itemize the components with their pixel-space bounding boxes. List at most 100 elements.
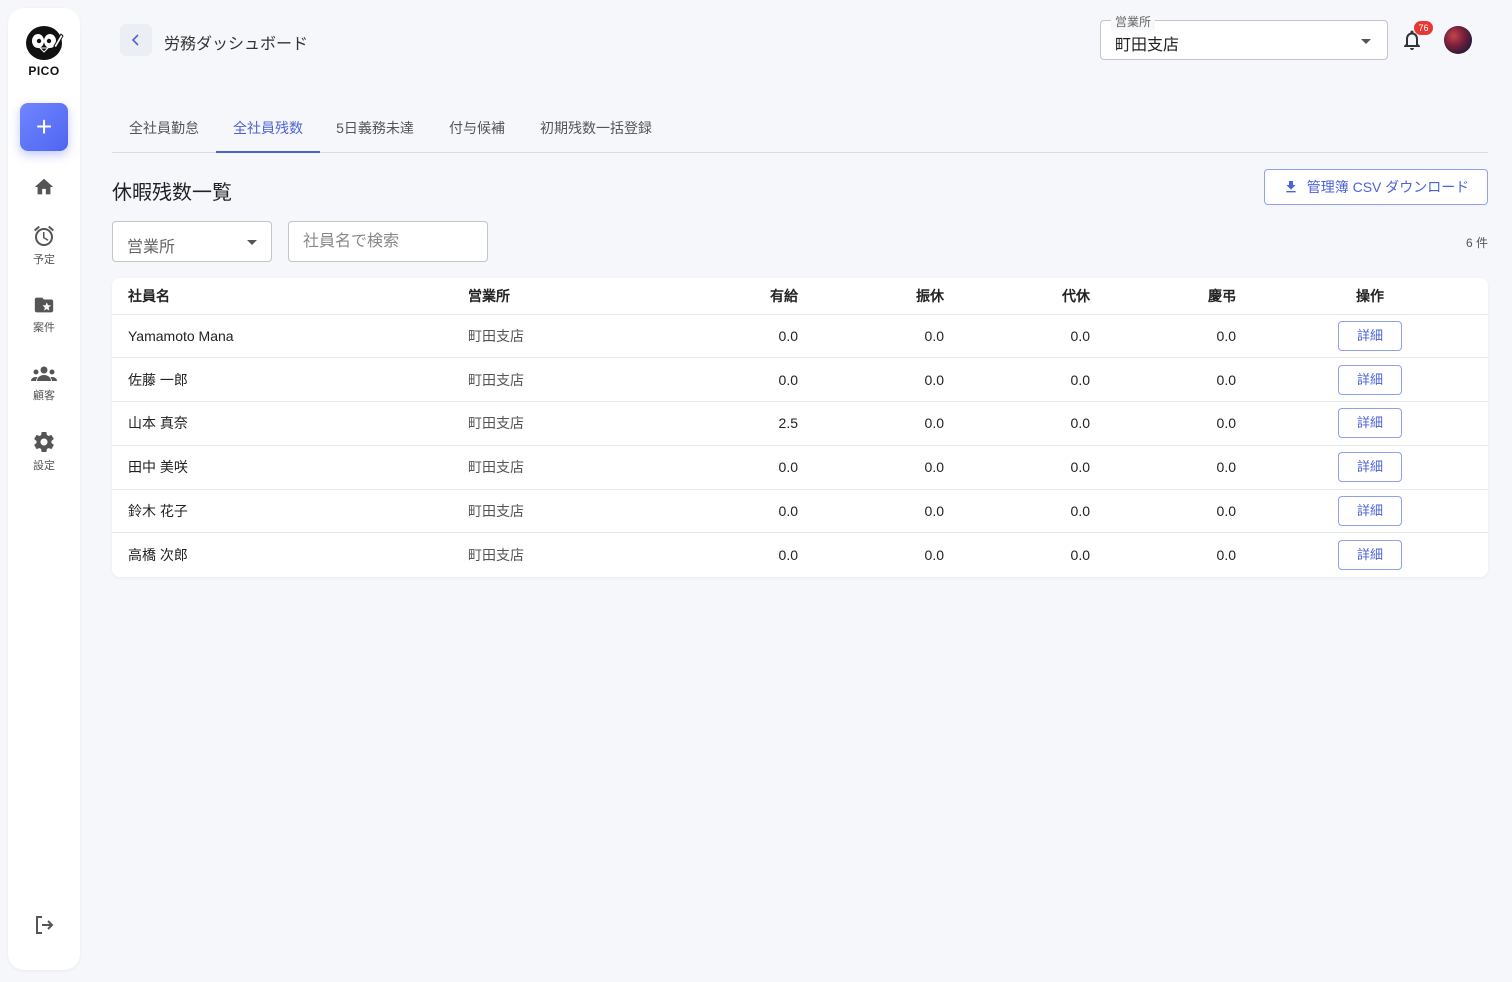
detail-button[interactable]: 詳細 xyxy=(1338,452,1402,483)
column-header-actions: 操作 xyxy=(1252,278,1488,315)
gear-icon xyxy=(34,432,54,453)
paid-leave-value: 0.0 xyxy=(668,314,814,359)
employee-name: 鈴木 花子 xyxy=(112,489,452,534)
tab-bar: 全社員勤怠 全社員残数 5日義務未達 付与候補 初期残数一括登録 xyxy=(112,104,1488,153)
paid-leave-value: 0.0 xyxy=(668,445,814,490)
bereavement-leave-value: 0.0 xyxy=(1106,357,1252,403)
substitute-leave-value: 0.0 xyxy=(814,445,960,490)
sidebar-item-label: 案件 xyxy=(33,322,55,334)
office-filter-select[interactable]: 営業所 xyxy=(112,221,272,262)
detail-button[interactable]: 詳細 xyxy=(1338,320,1402,351)
sidebar-item-cases[interactable]: 案件 xyxy=(8,294,80,335)
employee-name: 山本 真奈 xyxy=(112,401,452,446)
table-row: 高橋 次郎 町田支店 0.0 0.0 0.0 0.0 詳細 xyxy=(112,533,1488,577)
actions-cell: 詳細 xyxy=(1252,489,1488,534)
app-logo[interactable]: PICO xyxy=(22,24,66,78)
compensatory-leave-value: 0.0 xyxy=(960,314,1106,359)
employee-name: 佐藤 一郎 xyxy=(112,357,452,403)
table-row: 田中 美咲 町田支店 0.0 0.0 0.0 0.0 詳細 xyxy=(112,445,1488,490)
table-row: 鈴木 花子 町田支店 0.0 0.0 0.0 0.0 詳細 xyxy=(112,489,1488,534)
detail-button[interactable]: 詳細 xyxy=(1338,496,1402,527)
employee-office: 町田支店 xyxy=(468,547,524,564)
caret-down-icon xyxy=(247,240,257,245)
bereavement-leave-value: 0.0 xyxy=(1106,489,1252,534)
substitute-leave-value: 0.0 xyxy=(814,401,960,446)
table-row: 佐藤 一郎 町田支店 0.0 0.0 0.0 0.0 詳細 xyxy=(112,357,1488,403)
employee-name: 高橋 次郎 xyxy=(128,547,188,564)
alarm-clock-icon xyxy=(34,225,54,246)
paid-leave-value: 2.5 xyxy=(668,401,814,446)
folder-star-icon xyxy=(34,297,54,313)
employee-office: 町田支店 xyxy=(452,445,668,490)
column-header-bereavement: 慶弔 xyxy=(1106,278,1252,315)
paid-leave-value: 0.0 xyxy=(668,357,814,403)
substitute-leave-value: 0.0 xyxy=(814,357,960,403)
penguin-logo-icon xyxy=(26,26,64,60)
sidebar-item-settings[interactable]: 設定 xyxy=(8,430,80,473)
sidebar-item-schedule[interactable]: 予定 xyxy=(8,224,80,267)
paid-leave-value: 0.0 xyxy=(668,489,814,534)
logout-icon xyxy=(36,916,54,934)
tab-initial-bulk-register[interactable]: 初期残数一括登録 xyxy=(524,104,668,152)
office-select-value: 町田支店 xyxy=(1115,37,1180,54)
employee-name: Yamamoto Mana xyxy=(112,314,452,359)
paid-leave-value: 0.0 xyxy=(778,547,798,564)
chevron-left-icon xyxy=(131,34,139,46)
employee-search-input[interactable] xyxy=(288,221,488,262)
notification-badge: 76 xyxy=(1414,21,1433,35)
sidebar: PICO + 予定 案件 顧客 設定 xyxy=(8,8,80,970)
table-row: 山本 真奈 町田支店 2.5 0.0 0.0 0.0 詳細 xyxy=(112,401,1488,446)
logo-text: PICO xyxy=(28,64,60,78)
office-select[interactable]: 営業所 町田支店 xyxy=(1100,13,1388,60)
people-icon xyxy=(31,366,57,381)
column-header-name: 社員名 xyxy=(112,278,452,315)
logout-button[interactable] xyxy=(32,913,56,942)
employee-office: 町田支店 xyxy=(452,401,668,446)
detail-button[interactable]: 詳細 xyxy=(1338,364,1402,395)
detail-button[interactable]: 詳細 xyxy=(1338,408,1402,439)
column-header-office: 営業所 xyxy=(452,278,668,315)
bereavement-leave-value: 0.0 xyxy=(1106,401,1252,446)
tab-all-remaining[interactable]: 全社員残数 xyxy=(216,104,320,153)
tab-all-attendance[interactable]: 全社員勤怠 xyxy=(112,104,216,152)
sidebar-item-label: 顧客 xyxy=(33,390,55,402)
leave-balance-table: 社員名 営業所 有給 振休 代休 慶弔 操作 Yamamoto Mana 町田支… xyxy=(112,278,1488,577)
actions-cell: 詳細 xyxy=(1252,357,1488,403)
bereavement-leave-value: 0.0 xyxy=(1216,547,1236,564)
add-button[interactable]: + xyxy=(20,103,68,151)
actions-cell: 詳細 xyxy=(1252,401,1488,446)
detail-button[interactable]: 詳細 xyxy=(1338,540,1402,571)
caret-down-icon xyxy=(1361,39,1371,44)
office-filter-placeholder: 営業所 xyxy=(127,239,176,256)
bereavement-leave-value: 0.0 xyxy=(1106,314,1252,359)
actions-cell: 詳細 xyxy=(1252,533,1488,577)
sidebar-item-label: 予定 xyxy=(33,254,55,266)
column-header-substitute: 振休 xyxy=(814,278,960,315)
compensatory-leave-value: 0.0 xyxy=(960,401,1106,446)
substitute-leave-value: 0.0 xyxy=(814,489,960,534)
substitute-leave-value: 0.0 xyxy=(814,314,960,359)
substitute-leave-value: 0.0 xyxy=(924,547,944,564)
sidebar-item-customers[interactable]: 顧客 xyxy=(8,364,80,403)
tab-five-day-unmet[interactable]: 5日義務未達 xyxy=(320,104,430,152)
tab-grant-candidates[interactable]: 付与候補 xyxy=(430,104,524,152)
employee-office: 町田支店 xyxy=(452,489,668,534)
result-count: 6 件 xyxy=(1465,236,1488,250)
compensatory-leave-value: 0.0 xyxy=(960,445,1106,490)
page-title: 労務ダッシュボード xyxy=(164,36,309,53)
sidebar-item-home[interactable] xyxy=(8,176,80,198)
back-button[interactable] xyxy=(120,24,152,56)
csv-download-label: 管理簿 CSV ダウンロード xyxy=(1306,179,1470,195)
csv-download-button[interactable]: 管理簿 CSV ダウンロード xyxy=(1264,169,1488,205)
compensatory-leave-value: 0.0 xyxy=(960,489,1106,534)
actions-cell: 詳細 xyxy=(1252,314,1488,359)
employee-office: 町田支店 xyxy=(452,314,668,359)
actions-cell: 詳細 xyxy=(1252,445,1488,490)
column-header-paid: 有給 xyxy=(668,278,814,315)
office-select-label: 営業所 xyxy=(1111,13,1156,30)
bereavement-leave-value: 0.0 xyxy=(1106,445,1252,490)
section-title: 休暇残数一覧 xyxy=(112,182,232,204)
avatar[interactable] xyxy=(1444,26,1472,54)
column-header-compensatory: 代休 xyxy=(960,278,1106,315)
compensatory-leave-value: 0.0 xyxy=(960,357,1106,403)
